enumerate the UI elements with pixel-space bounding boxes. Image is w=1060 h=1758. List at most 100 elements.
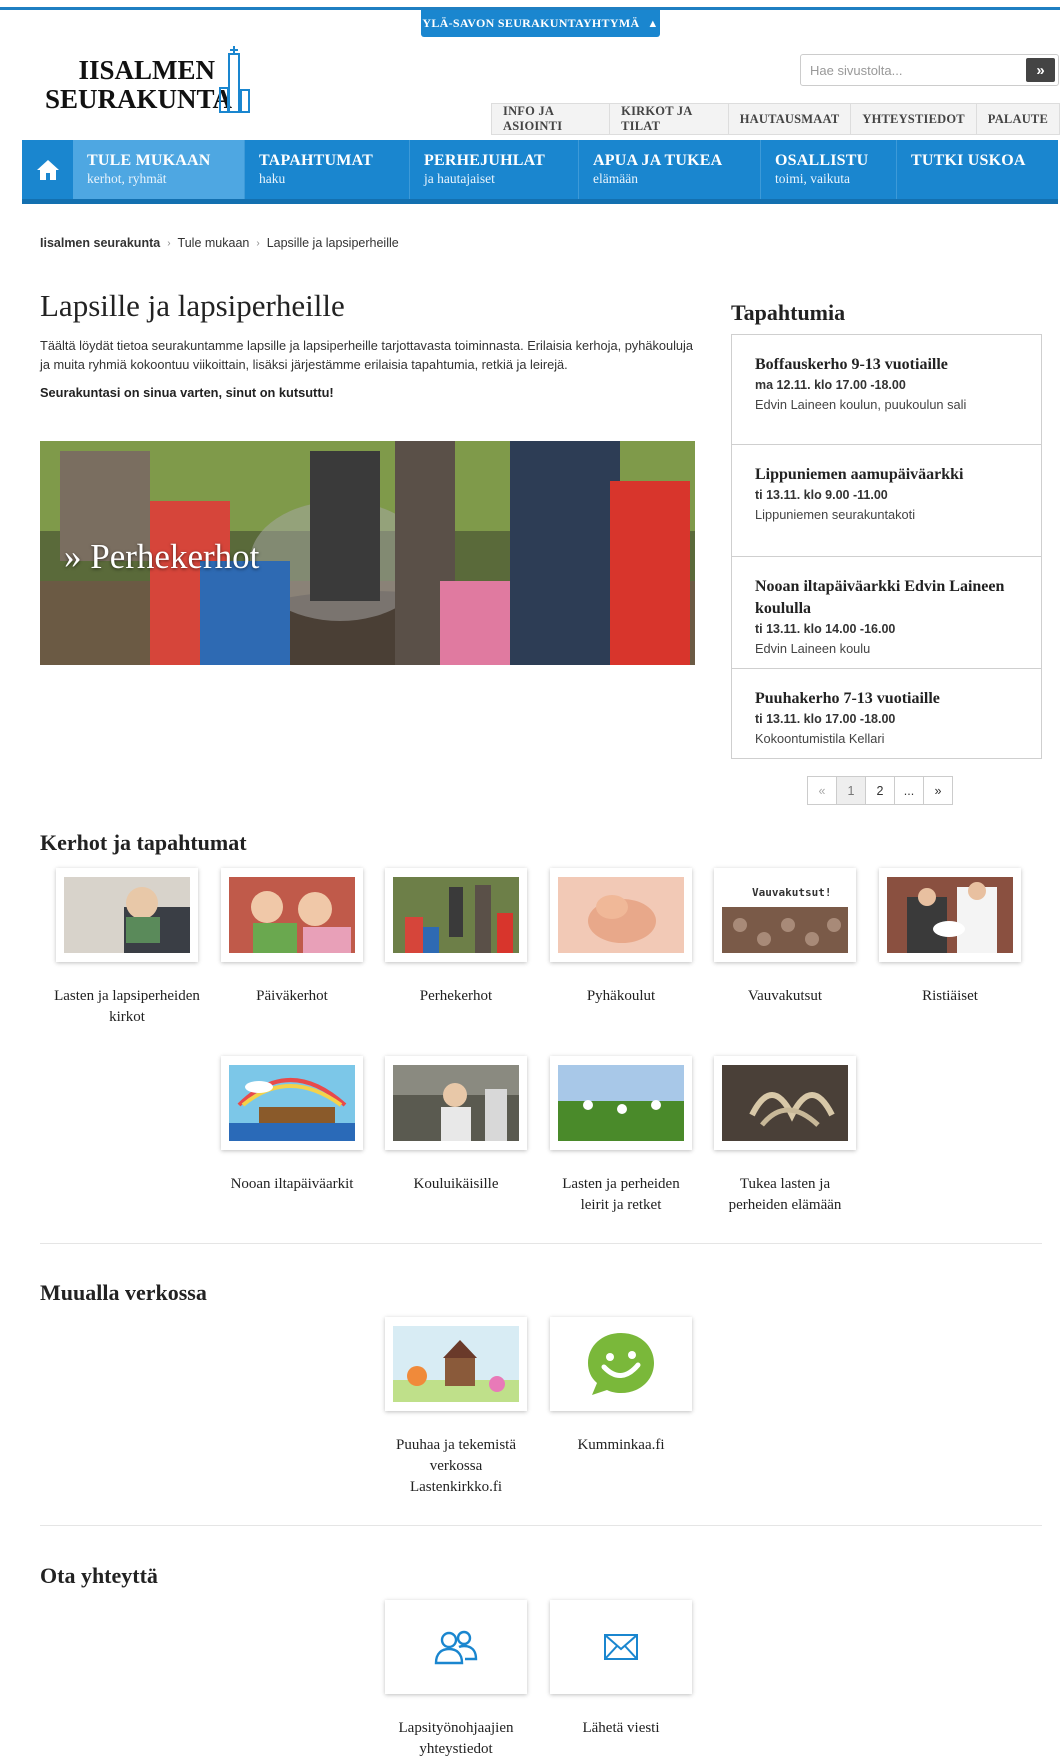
event-title: Puuhakerho 7-13 vuotiaille — [755, 690, 940, 707]
section-divider — [40, 1525, 1042, 1526]
event-date: ti 13.11. klo 14.00 -16.00 — [755, 622, 896, 636]
event-item[interactable]: Boffauskerho 9-13 vuotiaille ma 12.11. k… — [732, 335, 1041, 445]
nav-item-title: APUA JA TUKEA — [593, 152, 723, 169]
section-divider — [40, 1243, 1042, 1244]
nav-item-title: TAPAHTUMAT — [259, 152, 373, 169]
nav-item-perhejuhlat[interactable]: PERHEJUHLAT ja hautajaiset — [410, 140, 579, 199]
envelope-icon — [604, 1634, 638, 1660]
nav-item-tapahtumat[interactable]: TAPAHTUMAT haku — [245, 140, 410, 199]
tile-image-frame — [879, 868, 1021, 962]
search-input[interactable] — [801, 55, 1023, 85]
church-tower-logo-icon — [219, 46, 250, 113]
utility-nav: INFO JA ASIOINTI KIRKOT JA TILAT HAUTAUS… — [491, 103, 1060, 135]
tile-kumminkaa[interactable]: Kumminkaa.fi — [547, 1317, 695, 1456]
intro-text: Täältä löydät tietoa seurakuntamme lapsi… — [40, 338, 693, 372]
tile-tukea-perheille[interactable]: Tukea lasten ja perheiden elämään — [711, 1056, 859, 1216]
hero-banner-perhekerhot[interactable]: » Perhekerhot — [40, 441, 695, 665]
tile-nooan-iltapaivaarkit[interactable]: Nooan iltapäiväarkit — [218, 1056, 366, 1195]
tile-send-message[interactable]: Lähetä viesti — [547, 1600, 695, 1739]
chevron-up-icon: ▲ — [647, 17, 659, 30]
tile-lastenkirkko[interactable]: Puuhaa ja tekemistä verkossa Lastenkirkk… — [382, 1317, 530, 1498]
tile-label: Kumminkaa.fi — [577, 1437, 665, 1453]
section-title-web: Muualla verkossa — [40, 1280, 207, 1305]
nav-item-title: OSALLISTU — [775, 152, 869, 169]
event-title: Boffauskerho 9-13 vuotiaille — [755, 356, 948, 373]
tile-image-frame — [221, 868, 363, 962]
event-item[interactable]: Nooan iltapäiväarkki Edvin Laineen koulu… — [732, 557, 1041, 669]
tile-label: Nooan iltapäiväarkit — [230, 1176, 354, 1192]
site-logo[interactable]: IISALMEN SEURAKUNTA — [45, 46, 255, 118]
tile-label: Pyhäkoulut — [586, 988, 656, 1004]
nav-item-tutki-uskoa[interactable]: TUTKI USKOA — [897, 140, 1057, 199]
nav-item-tule-mukaan[interactable]: TULE MUKAAN kerhot, ryhmät — [73, 140, 245, 199]
tile-label: Lähetä viesti — [582, 1720, 660, 1736]
nav-home-button[interactable] — [22, 140, 73, 199]
event-date: ti 13.11. klo 9.00 -11.00 — [755, 488, 888, 502]
pager-ellipsis[interactable]: ... — [894, 776, 924, 805]
site-search: » — [800, 54, 1059, 86]
tile-image-frame — [385, 1317, 527, 1411]
event-date: ti 13.11. klo 17.00 -18.00 — [755, 712, 896, 726]
tile-photo — [558, 1065, 684, 1141]
tile-pyhakoulut[interactable]: Pyhäkoulut — [547, 868, 695, 1007]
pager-prev[interactable]: « — [807, 776, 837, 805]
tile-photo — [393, 1065, 519, 1141]
logo-line-2: SEURAKUNTA — [45, 84, 233, 114]
events-pagination: « 1 2 ... » — [807, 776, 953, 805]
tile-photo — [229, 1065, 355, 1141]
event-location: Kokoontumistila Kellari — [755, 731, 885, 746]
utility-link-info[interactable]: INFO JA ASIOINTI — [492, 104, 611, 134]
section-title-contact: Ota yhteyttä — [40, 1563, 158, 1588]
smiley-chat-icon — [588, 1333, 654, 1395]
tile-leirit-ja-retket[interactable]: Lasten ja perheiden leirit ja retket — [547, 1056, 695, 1216]
tile-image-frame — [385, 1600, 527, 1694]
nav-item-subtitle: toimi, vaikuta — [775, 171, 850, 186]
breadcrumb-current: Lapsille ja lapsiperheille — [266, 236, 399, 250]
intro-highlight: Seurakuntasi on sinua varten, sinut on k… — [40, 385, 334, 400]
nav-item-apua-ja-tukea[interactable]: APUA JA TUKEA elämään — [579, 140, 761, 199]
pager-page-2[interactable]: 2 — [865, 776, 895, 805]
tile-ristiaiset[interactable]: Ristiäiset — [876, 868, 1024, 1007]
pager-next[interactable]: » — [923, 776, 953, 805]
tile-image-frame — [550, 1600, 692, 1694]
regional-site-toggle[interactable]: YLÄ-SAVON SEURAKUNTAYHTYMÄ ▲ — [421, 10, 660, 37]
utility-link-contacts[interactable]: YHTEYSTIEDOT — [851, 104, 977, 134]
event-title: Lippuniemen aamupäiväarkki — [755, 466, 964, 483]
pager-page-1[interactable]: 1 — [836, 776, 866, 805]
event-title: Nooan iltapäiväarkki Edvin Laineen koulu… — [755, 578, 1005, 617]
tile-kouluikaisille[interactable]: Kouluikäisille — [382, 1056, 530, 1195]
tile-label: Lasten ja perheiden leirit ja retket — [562, 1176, 680, 1213]
utility-link-cemeteries[interactable]: HAUTAUSMAAT — [729, 104, 852, 134]
utility-link-feedback[interactable]: PALAUTE — [977, 104, 1059, 134]
nav-item-title: TUTKI USKOA — [911, 152, 1026, 169]
tile-label: Ristiäiset — [922, 988, 978, 1004]
tile-image-frame — [714, 1056, 856, 1150]
tile-contact-info[interactable]: Lapsityönohjaajien yhteystiedot — [382, 1600, 530, 1758]
nav-item-title: PERHEJUHLAT — [424, 152, 546, 169]
logo-text: IISALMEN SEURAKUNTA — [45, 56, 233, 114]
tile-label: Lapsityönohjaajien yhteystiedot — [398, 1720, 514, 1757]
tile-label: Puuhaa ja tekemistä verkossa Lastenkirkk… — [396, 1437, 516, 1495]
tile-image-frame — [550, 868, 692, 962]
event-location: Edvin Laineen koulun, puukoulun sali — [755, 397, 967, 412]
tile-label: Tukea lasten ja perheiden elämään — [728, 1176, 842, 1213]
nav-item-osallistu[interactable]: OSALLISTU toimi, vaikuta — [761, 140, 897, 199]
tile-label: Vauvakutsut — [747, 988, 823, 1004]
event-item[interactable]: Puuhakerho 7-13 vuotiaille ti 13.11. klo… — [732, 669, 1041, 758]
tile-label: Päiväkerhot — [256, 988, 328, 1004]
tile-image-frame — [385, 1056, 527, 1150]
tile-lasten-kirkot[interactable]: Lasten ja lapsiperheiden kirkot — [53, 868, 201, 1028]
tile-image-frame — [56, 868, 198, 962]
breadcrumb-link-tule-mukaan[interactable]: Tule mukaan — [178, 236, 250, 250]
tile-image-frame — [550, 1056, 692, 1150]
tile-label: Kouluikäisille — [413, 1176, 499, 1192]
event-date: ma 12.11. klo 17.00 -18.00 — [755, 378, 906, 392]
page-title: Lapsille ja lapsiperheille — [40, 288, 345, 323]
utility-link-churches[interactable]: KIRKOT JA TILAT — [610, 104, 729, 134]
tile-vauvakutsut[interactable]: Vauvakutsut! Vauvakutsut — [711, 868, 859, 1007]
search-button[interactable]: » — [1026, 58, 1055, 82]
event-item[interactable]: Lippuniemen aamupäiväarkki ti 13.11. klo… — [732, 445, 1041, 557]
breadcrumb-link-home[interactable]: Iisalmen seurakunta — [40, 236, 160, 250]
tile-paivakerhot[interactable]: Päiväkerhot — [218, 868, 366, 1007]
tile-perhekerhot[interactable]: Perhekerhot — [382, 868, 530, 1007]
